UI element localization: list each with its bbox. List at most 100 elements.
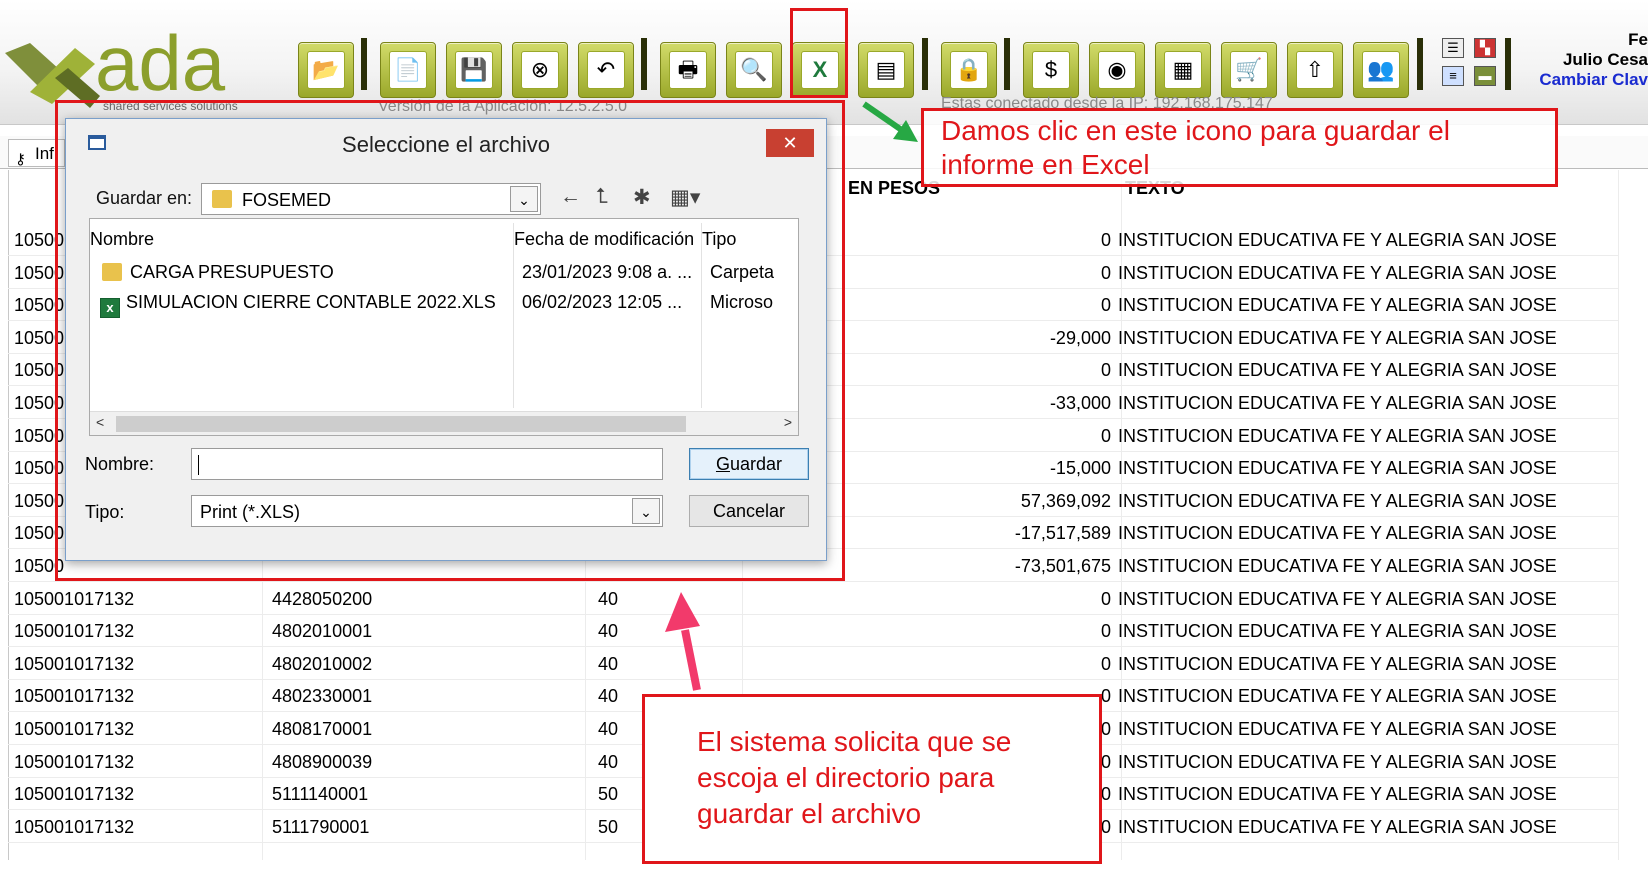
cell-code: 4808900039 (272, 751, 373, 772)
cell-class: 40 (598, 686, 619, 707)
cell-code: 4802330001 (272, 686, 373, 707)
money-bag-icon: $ (1032, 51, 1070, 89)
annotation-text-excel-line2: informe en Excel (941, 149, 1150, 180)
cell-account: 105001017132 (14, 784, 135, 805)
cell-text: INSTITUCION EDUCATIVA FE Y ALEGRIA SAN J… (1118, 230, 1557, 250)
toolbar-separator (1004, 38, 1010, 90)
users-icon: 👥 (1362, 51, 1400, 89)
cell-code: 4802010001 (272, 621, 373, 642)
keyboard-icon[interactable]: ▬ (1474, 66, 1496, 86)
cell-amount: 0 (1100, 588, 1111, 609)
calculator-button[interactable]: ▦ (1155, 42, 1211, 98)
document-list-icon[interactable]: ≡ (1442, 66, 1464, 86)
cell-account: 105001017132 (14, 816, 135, 837)
annotation-highlight-excel-icon (790, 8, 848, 98)
logo-x-mark (5, 43, 100, 108)
money-bag-button[interactable]: $ (1023, 42, 1079, 98)
cell-class: 50 (598, 816, 619, 837)
grid-column-divider (1618, 170, 1619, 860)
change-password-link[interactable]: Cambiar Clav (1539, 70, 1648, 90)
cell-account: 105001017132 (14, 751, 135, 772)
money-transfer-icon: ▤ (867, 51, 905, 89)
flag-icon[interactable]: ▚ (1474, 38, 1496, 58)
new-document-icon: 📄 (389, 51, 427, 89)
undo-icon: ↶ (587, 51, 625, 89)
preview-button[interactable]: 🔍 (726, 42, 782, 98)
cell-account: 105001017132 (14, 686, 135, 707)
cell-text: INSTITUCION EDUCATIVA FE Y ALEGRIA SAN J… (1118, 653, 1557, 674)
new-document-button[interactable]: 📄 (380, 42, 436, 98)
save-button[interactable]: 💾 (446, 42, 502, 98)
cell-text: INSTITUCION EDUCATIVA FE Y ALEGRIA SAN J… (1118, 295, 1557, 316)
annotation-text-excel-line1: Damos clic en este icono para guardar el (941, 115, 1450, 146)
cell-amount: 0 (1100, 360, 1111, 381)
cell-text: INSTITUCION EDUCATIVA FE Y ALEGRIA SAN J… (1118, 751, 1557, 772)
annotation-text-dialog-line3: guardar el archivo (697, 798, 922, 829)
open-folder-icon: 📂 (307, 51, 345, 89)
cell-code: 5111140001 (272, 784, 369, 805)
cell-class: 50 (598, 784, 619, 805)
cell-amount: 0 (1100, 230, 1111, 250)
cell-class: 40 (598, 621, 619, 642)
cell-amount: -29,000 (1049, 327, 1111, 348)
cell-amount: 0 (1100, 621, 1111, 642)
money-transfer-button[interactable]: ▤ (858, 42, 914, 98)
cell-amount: 0 (1100, 751, 1111, 772)
cell-amount: -15,000 (1049, 458, 1111, 479)
cell-text: INSTITUCION EDUCATIVA FE Y ALEGRIA SAN J… (1118, 458, 1557, 479)
cell-text: INSTITUCION EDUCATIVA FE Y ALEGRIA SAN J… (1118, 490, 1557, 511)
magnifier-icon: 🔍 (735, 51, 773, 89)
upload-button[interactable]: ⇧ (1287, 42, 1343, 98)
user-name-label: Julio Cesa (1562, 50, 1648, 69)
cell-amount: 0 (1100, 295, 1111, 316)
delete-button[interactable]: ⊗ (512, 42, 568, 98)
cell-text: INSTITUCION EDUCATIVA FE Y ALEGRIA SAN J… (1118, 262, 1557, 283)
cell-text: INSTITUCION EDUCATIVA FE Y ALEGRIA SAN J… (1118, 686, 1557, 707)
calculator-icon: ▦ (1164, 51, 1202, 89)
cell-code: 4428050200 (272, 588, 373, 609)
cell-text: INSTITUCION EDUCATIVA FE Y ALEGRIA SAN J… (1118, 816, 1557, 837)
cell-account: 105001017132 (14, 719, 135, 739)
delete-icon: ⊗ (521, 51, 559, 89)
cell-class: 40 (598, 719, 619, 739)
open-folder-button[interactable]: 📂 (298, 42, 354, 98)
cell-code: 5111790001 (272, 816, 370, 837)
cell-code: 4808170001 (272, 719, 373, 739)
cell-text: INSTITUCION EDUCATIVA FE Y ALEGRIA SAN J… (1118, 523, 1557, 544)
users-button[interactable]: 👥 (1353, 42, 1409, 98)
toolbar-separator (641, 38, 647, 90)
cell-account: 105001017132 (14, 588, 135, 609)
cell-code: 4802010002 (272, 653, 373, 674)
toolbar-separator (361, 38, 367, 90)
cart-button[interactable]: 🛒 (1221, 42, 1277, 98)
toolbar-separator (1417, 38, 1423, 90)
logo-text: ada (95, 19, 226, 107)
cell-amount: 0 (1100, 816, 1111, 837)
table-row[interactable]: 105001017132 4802010002 40 0 INSTITUCION EDU… (8, 648, 1618, 680)
cell-class: 40 (598, 588, 619, 609)
cell-account: 105001017132 (14, 653, 135, 674)
cell-text: INSTITUCION EDUCATIVA FE Y ALEGRIA SAN J… (1118, 360, 1557, 381)
cell-text: INSTITUCION EDUCATIVA FE Y ALEGRIA SAN J… (1118, 621, 1557, 642)
camera-button[interactable]: ◉ (1089, 42, 1145, 98)
toolbar-separator (1505, 38, 1511, 90)
cell-class: 40 (598, 653, 619, 674)
save-icon: 💾 (455, 51, 493, 89)
user-date-label: Fe (1628, 30, 1648, 49)
annotation-text-dialog-line1: El sistema solicita que se (697, 726, 1012, 757)
cell-class: 40 (598, 751, 619, 772)
upload-icon: ⇧ (1296, 51, 1334, 89)
toolbar-separator (922, 38, 928, 90)
cell-text: INSTITUCION EDUCATIVA FE Y ALEGRIA SAN J… (1118, 425, 1557, 446)
cell-text: INSTITUCION EDUCATIVA FE Y ALEGRIA SAN J… (1118, 556, 1557, 576)
undo-button[interactable]: ↶ (578, 42, 634, 98)
lock-button[interactable]: 🔒 (941, 42, 997, 98)
annotation-highlight-dialog (55, 100, 845, 581)
cell-text: INSTITUCION EDUCATIVA FE Y ALEGRIA SAN J… (1118, 588, 1557, 609)
list-view-icon[interactable]: ☰ (1442, 38, 1464, 58)
table-row[interactable]: 105001017132 4428050200 40 0 INSTITUCION EDU… (8, 583, 1618, 615)
cart-icon: 🛒 (1230, 51, 1268, 89)
cell-amount: 0 (1100, 784, 1111, 805)
table-row[interactable]: 105001017132 4802010001 40 0 INSTITUCION EDU… (8, 615, 1618, 648)
print-button[interactable]: 🖶 (660, 42, 716, 98)
